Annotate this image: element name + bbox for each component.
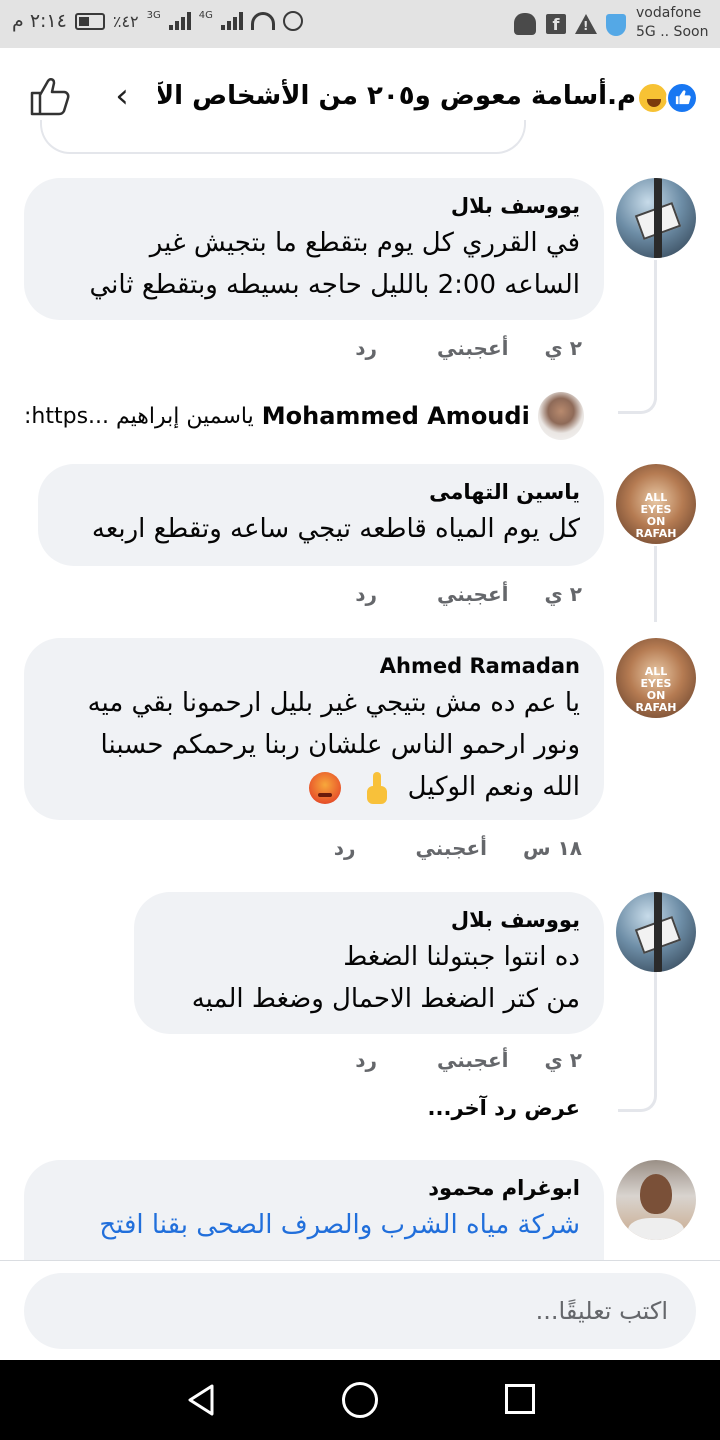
avatar-badge-text: ALL EYES ON RAFAH [635, 665, 677, 714]
nav-back-icon[interactable] [184, 1382, 220, 1418]
header-title[interactable]: م.أسامة معوض و٢٠٥ من الأشخاص الآ... [158, 76, 636, 116]
comment-composer-bar [0, 1260, 720, 1360]
comment-time: ١٨ س [523, 836, 582, 860]
avatar[interactable] [616, 1160, 696, 1240]
thread-connector [618, 1078, 657, 1112]
reply-author[interactable]: Mohammed Amoudi [262, 402, 530, 430]
like-reaction-icon [666, 82, 698, 114]
comment-text-line: الله ونعم الوكيل [48, 766, 580, 808]
status-left-cluster: ٢:١٤ م ٪٤٢ 3G 4G [12, 10, 303, 32]
comment-bubble[interactable]: يووسف بلال في القرري كل يوم بتقطع ما بتج… [24, 178, 604, 320]
reply-link[interactable]: رد [355, 582, 377, 614]
comment-time: ٢ ي [544, 582, 582, 606]
comment-text-line: يا عم ده مش بتيجي غير بليل ارحمونا بقي م… [87, 688, 580, 718]
thread-connector [618, 380, 657, 414]
warning-icon [575, 14, 597, 34]
avatar[interactable] [616, 892, 696, 972]
comment-bubble[interactable]: ياسين التهامى كل يوم المياه قاطعه تيجي س… [38, 464, 604, 566]
comment-text-line: في القرري كل يوم بتقطع ما بتجيش غير [149, 228, 580, 258]
thread-line [654, 546, 657, 622]
thread-line [654, 260, 657, 400]
view-more-replies-link[interactable]: عرض رد آخر... [380, 1096, 580, 1120]
avatar[interactable] [616, 178, 696, 258]
comment-bubble[interactable]: يووسف بلال ده انتوا جبتولنا الضغط من كتر… [134, 892, 604, 1034]
comment-text-line: شركة مياه الشرب والصرف الصحى بقنا افتح [48, 1204, 580, 1246]
comment-author[interactable]: يووسف بلال [48, 190, 580, 222]
avatar[interactable]: ALL EYES ON RAFAH [616, 464, 696, 544]
pointing-up-emoji-icon [361, 771, 393, 804]
like-link[interactable]: أعجبني [437, 336, 509, 368]
comment-text-segment[interactable]: شركة مياه الشرب والصرف الصحى بقنا افتح [99, 1210, 580, 1240]
battery-icon [74, 12, 105, 30]
like-link[interactable]: أعجبني [437, 582, 509, 614]
comment-input[interactable] [24, 1273, 696, 1349]
comment-time: ٢ ي [544, 1048, 582, 1072]
comment-author[interactable]: ابوغرام محمود [48, 1172, 580, 1204]
battery-percent: ٪٤٢ [112, 11, 139, 31]
comment-text-line: الساعه 2:00 بالليل حاجه بسيطه وبتقطع ثان… [89, 270, 581, 300]
comment-author[interactable]: Ahmed Ramadan [48, 650, 580, 682]
comment-author[interactable]: ياسين التهامى [62, 476, 580, 508]
carrier-label: vodafone 5G .. Soon [636, 4, 708, 42]
comment-actions: ١٨ س أعجبني رد [334, 836, 582, 868]
snapchat-icon [514, 13, 536, 35]
reply-preview[interactable]: Mohammed Amoudi ياسمين إبراهيم ...https: [24, 392, 584, 440]
like-link[interactable]: أعجبني [416, 836, 488, 868]
facebook-icon: f [546, 14, 566, 34]
status-bar: ٢:١٤ م ٪٤٢ 3G 4G f vodafone 5G .. Soon [0, 0, 720, 48]
previous-card-edge [40, 120, 526, 154]
comment-text-line: ده انتوا جبتولنا الضغط [343, 942, 580, 972]
signal-icon-b [220, 12, 243, 30]
haha-reaction-icon [637, 82, 669, 114]
reply-snippet: ياسمين إبراهيم ...https: [24, 403, 254, 429]
like-link[interactable]: أعجبني [437, 1048, 509, 1080]
comment-actions: ٢ ي أعجبني رد [355, 1048, 582, 1080]
comment-text-line: كل يوم المياه قاطعه تيجي ساعه وتقطع اربع… [91, 514, 580, 544]
reply-link[interactable]: رد [355, 1048, 377, 1080]
network-type-a: 3G [146, 9, 161, 21]
comment-author[interactable]: يووسف بلال [158, 904, 580, 936]
comment-actions: ٢ ي أعجبني رد [355, 582, 582, 614]
shield-icon [606, 14, 626, 36]
status-time: ٢:١٤ م [12, 10, 67, 32]
comment-text-segment: الله ونعم الوكيل [407, 772, 580, 802]
thread-line [654, 972, 657, 1092]
comment-time: ٢ ي [544, 336, 582, 360]
network-type-b: 4G [198, 9, 213, 21]
reply-link[interactable]: رد [334, 836, 356, 868]
signal-icon-a [168, 12, 191, 30]
avatar[interactable]: ALL EYES ON RAFAH [616, 638, 696, 718]
reply-link[interactable]: رد [355, 336, 377, 368]
carrier-name: vodafone [636, 5, 702, 21]
back-chevron-icon[interactable]: ‹ [108, 76, 136, 116]
comment-text-line: من كتر الضغط الاحمال وضغط الميه [191, 984, 580, 1014]
comment-bubble[interactable]: Ahmed Ramadan يا عم ده مش بتيجي غير بليل… [24, 638, 604, 820]
alarm-icon [282, 11, 303, 31]
comment-actions: ٢ ي أعجبني رد [355, 336, 582, 368]
like-icon[interactable] [28, 74, 72, 118]
carrier-network: 5G .. Soon [636, 24, 709, 40]
angry-emoji-icon [309, 771, 342, 804]
system-nav-bar [0, 1360, 720, 1440]
nav-recents-icon[interactable] [505, 1384, 535, 1414]
avatar-badge-text: ALL EYES ON RAFAH [635, 491, 677, 540]
wifi-icon [250, 12, 275, 30]
comment-text-line: ونور ارحمو الناس علشان ربنا يرحمكم حسبنا [100, 730, 580, 760]
nav-home-icon[interactable] [342, 1382, 378, 1418]
avatar[interactable] [537, 392, 584, 440]
